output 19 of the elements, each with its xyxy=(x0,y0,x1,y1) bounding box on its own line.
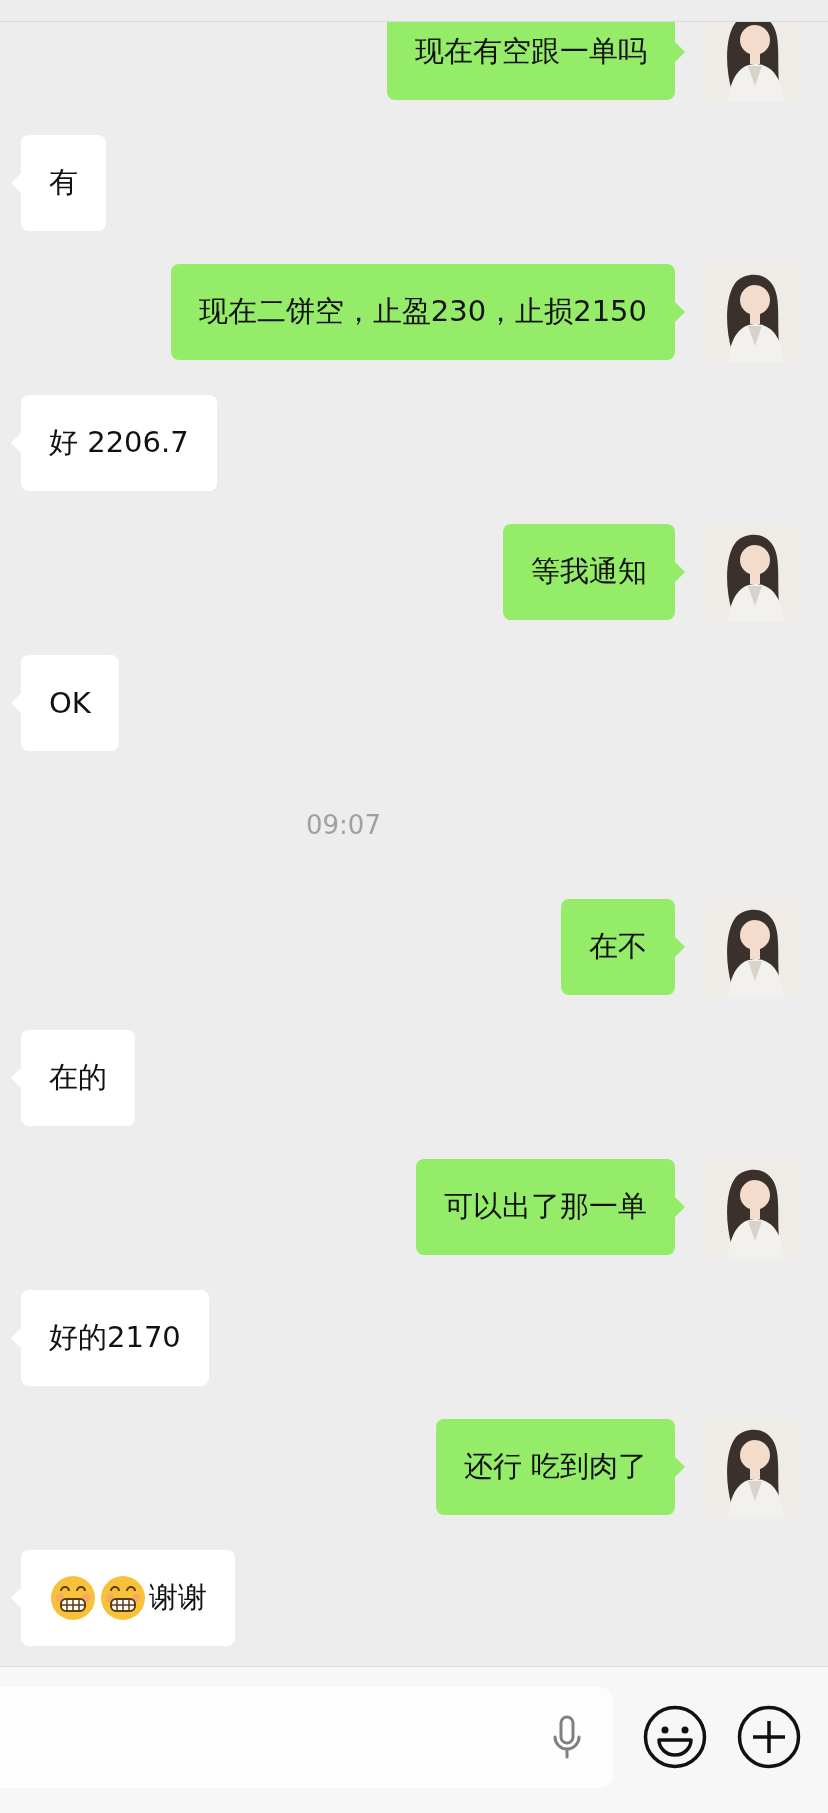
avatar[interactable] xyxy=(702,1419,800,1517)
bubble-tail xyxy=(675,562,685,582)
message-input-field[interactable] xyxy=(0,1686,613,1788)
bubble-tail xyxy=(675,302,685,322)
timestamp: 09:07 xyxy=(306,810,381,840)
avatar[interactable] xyxy=(702,22,800,102)
avatar[interactable] xyxy=(702,264,800,362)
avatar[interactable] xyxy=(702,899,800,997)
bubble-tail xyxy=(675,1457,685,1477)
avatar[interactable] xyxy=(702,524,800,622)
add-icon[interactable] xyxy=(737,1705,801,1769)
bubble-tail xyxy=(675,1197,685,1217)
grinning-face-icon xyxy=(49,1574,97,1622)
grinning-face-icon xyxy=(99,1574,147,1622)
bubble-tail xyxy=(675,937,685,957)
emoji-icon[interactable] xyxy=(643,1705,707,1769)
avatar[interactable] xyxy=(702,1159,800,1257)
bubble-tail xyxy=(675,42,685,62)
microphone-icon[interactable] xyxy=(552,1715,582,1759)
